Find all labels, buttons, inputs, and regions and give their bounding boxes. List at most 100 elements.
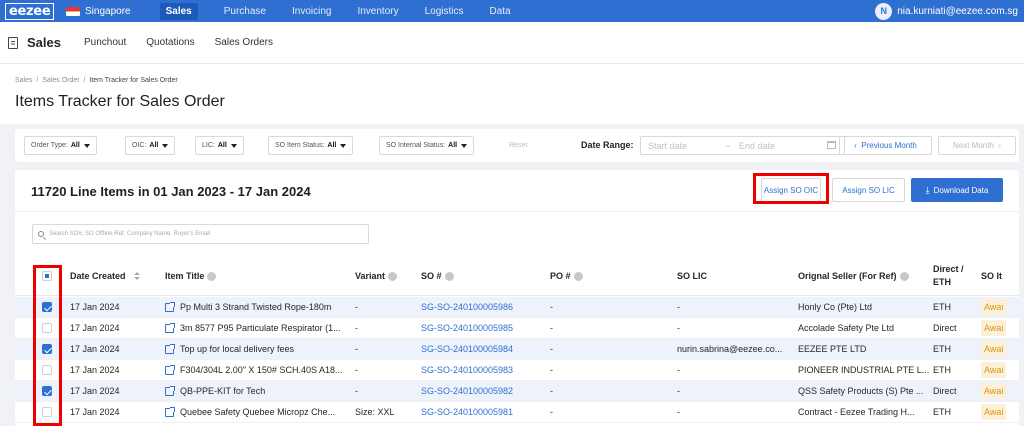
cell-po: - — [550, 386, 553, 396]
cell-seller: QSS Safety Products (S) Pte ... — [798, 386, 924, 396]
cell-po: - — [550, 323, 553, 333]
user-menu[interactable]: N nia.kurniati@eezee.com.sg — [875, 0, 1018, 22]
breadcrumb: Sales / Sales Order / Item Tracker for S… — [15, 77, 178, 84]
nav-item-invoicing[interactable]: Invoicing — [279, 0, 344, 22]
previous-month-button[interactable]: ‹ Previous Month — [839, 136, 932, 155]
cell-so[interactable]: SG-SO-240100005983 — [421, 360, 546, 380]
cell-date: 17 Jan 2024 — [70, 344, 120, 354]
cell-status: Awai — [981, 402, 1019, 422]
reset-button[interactable]: Reset — [509, 142, 527, 149]
top-navbar: eezee Singapore Sales Purchase Invoicing… — [0, 0, 1024, 22]
info-icon[interactable] — [388, 271, 398, 281]
cell-seller: Honly Co (Pte) Ltd — [798, 302, 873, 312]
external-link-icon[interactable] — [165, 364, 175, 375]
breadcrumb-sales-order[interactable]: Sales Order — [42, 77, 79, 84]
cell-so[interactable]: SG-SO-240100005984 — [421, 339, 546, 359]
cell-so[interactable]: SG-SO-240100005985 — [421, 318, 546, 338]
eezee-logo[interactable]: eezee — [0, 0, 55, 22]
cell-direct: ETH — [933, 302, 951, 312]
cell-status: Awai — [981, 339, 1019, 359]
table-row[interactable]: 17 Jan 2024 Quebee Safety Quebee Micropz … — [15, 402, 1019, 423]
cell-seller: PIONEER INDUSTRIAL PTE L... — [798, 365, 930, 375]
subnav-item-sales-orders[interactable]: Sales Orders — [215, 37, 273, 48]
external-link-icon[interactable] — [165, 385, 175, 396]
subnav-item-punchout[interactable]: Punchout — [84, 37, 126, 48]
page-header: Sales / Sales Order / Item Tracker for S… — [0, 64, 1024, 124]
caret-down-icon — [340, 143, 347, 148]
cell-status: Awai — [981, 297, 1019, 317]
table-row[interactable]: 17 Jan 2024 Pp Multi 3 Strand Twisted Rop… — [15, 297, 1019, 318]
cell-po: - — [550, 407, 553, 417]
sort-icon[interactable] — [133, 271, 140, 281]
table-row[interactable]: 17 Jan 2024 Top up for local delivery fee… — [15, 339, 1019, 360]
breadcrumb-sales[interactable]: Sales — [15, 77, 33, 84]
download-icon: ⤓ — [925, 184, 930, 195]
column-so-lic: SO LIC — [677, 271, 708, 281]
next-month-button[interactable]: Next Month › — [938, 136, 1016, 155]
lic-filter[interactable]: LIC: All — [195, 136, 244, 155]
cell-lic: - — [677, 386, 680, 396]
end-date-input[interactable]: End date — [739, 141, 775, 151]
cell-lic: nurin.sabrina@eezee.co... — [677, 344, 783, 354]
user-email: nia.kurniati@eezee.com.sg — [897, 5, 1018, 17]
so-item-status-filter[interactable]: SO Item Status: All — [268, 136, 354, 155]
external-link-icon[interactable] — [165, 343, 175, 354]
cell-variant: - — [355, 323, 358, 333]
calendar-icon — [827, 141, 836, 149]
caret-down-icon — [230, 143, 237, 148]
cell-item[interactable]: Quebee Safety Quebee Micropz Che... — [165, 402, 353, 422]
caret-down-icon — [83, 143, 90, 148]
info-icon[interactable] — [444, 271, 454, 281]
table-row[interactable]: 17 Jan 2024 F304/304L 2.00" X 150# SCH.40… — [15, 360, 1019, 381]
order-type-filter[interactable]: Order Type: All — [24, 136, 97, 155]
table-row[interactable]: 17 Jan 2024 QB-PPE-KIT for Tech - SG-SO-240… — [15, 381, 1019, 402]
nav-item-purchase[interactable]: Purchase — [211, 0, 279, 22]
table-header: Date Created Item Title Variant SO # PO … — [15, 256, 1019, 296]
nav-item-logistics[interactable]: Logistics — [412, 0, 477, 22]
column-date-created[interactable]: Date Created — [70, 256, 140, 296]
subnav-item-quotations[interactable]: Quotations — [146, 37, 194, 48]
card-title: 11720 Line Items in 01 Jan 2023 - 17 Jan… — [31, 184, 311, 199]
external-link-icon[interactable] — [165, 301, 175, 312]
filter-bar: Order Type: All OIC: All LIC: All SO Item S… — [15, 129, 1019, 162]
cell-item[interactable]: Pp Multi 3 Strand Twisted Rope-180m — [165, 297, 353, 317]
avatar: N — [875, 2, 893, 20]
nav-item-data[interactable]: Data — [477, 0, 524, 22]
so-internal-status-filter[interactable]: SO Internal Status: All — [379, 136, 475, 155]
external-link-icon[interactable] — [165, 406, 175, 417]
caret-down-icon — [162, 143, 169, 148]
cell-variant: - — [355, 365, 358, 375]
singapore-flag-icon — [66, 6, 80, 16]
nav-item-inventory[interactable]: Inventory — [344, 0, 411, 22]
table-row[interactable]: 17 Jan 2024 3m 8577 P95 Particulate Respi… — [15, 318, 1019, 339]
search-input[interactable]: Search SO#, SO Offline Ref, Company Name… — [32, 224, 369, 244]
info-icon[interactable] — [207, 271, 217, 281]
search-icon — [38, 231, 44, 237]
country-selector[interactable]: Singapore — [66, 6, 131, 17]
start-date-input[interactable]: Start date — [648, 141, 687, 151]
module-title: Sales — [27, 35, 61, 50]
cell-so[interactable]: SG-SO-240100005986 — [421, 297, 546, 317]
cell-direct: ETH — [933, 365, 951, 375]
external-link-icon[interactable] — [165, 322, 175, 333]
cell-item[interactable]: 3m 8577 P95 Particulate Respirator (1... — [165, 318, 353, 338]
cell-variant: - — [355, 302, 358, 312]
cell-so[interactable]: SG-SO-240100005982 — [421, 381, 546, 401]
info-icon[interactable] — [573, 271, 583, 281]
cell-seller: Accolade Safety Pte Ltd — [798, 323, 895, 333]
cell-po: - — [550, 365, 553, 375]
cell-item[interactable]: QB-PPE-KIT for Tech — [165, 381, 353, 401]
info-icon[interactable] — [899, 271, 909, 281]
cell-item[interactable]: Top up for local delivery fees — [165, 339, 353, 359]
assign-so-lic-button[interactable]: Assign SO LIC — [832, 178, 905, 202]
date-range-picker[interactable]: Start date ~ End date — [640, 136, 845, 155]
highlight-box-checkboxes — [33, 265, 62, 426]
column-so-number: SO # — [421, 256, 454, 296]
cell-so[interactable]: SG-SO-240100005981 — [421, 402, 546, 422]
download-data-button[interactable]: ⤓ Download Data — [911, 178, 1003, 202]
cell-seller: Contract - Eezee Trading H... — [798, 407, 915, 417]
cell-item[interactable]: F304/304L 2.00" X 150# SCH.40S A18... — [165, 360, 353, 380]
nav-item-sales[interactable]: Sales — [147, 0, 211, 22]
cell-status: Awai — [981, 318, 1019, 338]
oic-filter[interactable]: OIC: All — [125, 136, 176, 155]
